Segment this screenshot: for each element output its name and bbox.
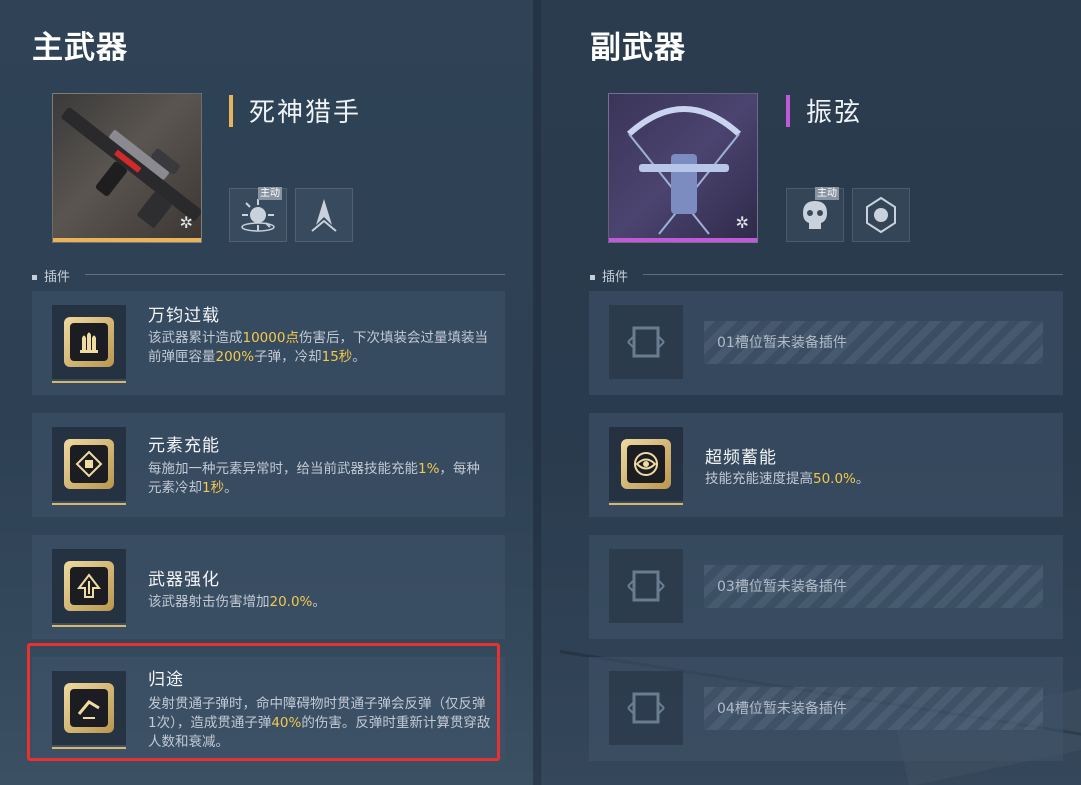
section-divider: [643, 274, 1063, 275]
arrow-up-icon: [76, 573, 102, 598]
desc-highlight: 50.0%: [813, 471, 856, 487]
weapon-name-accent: [786, 95, 790, 127]
primary-active-skill[interactable]: 主动: [229, 187, 287, 242]
section-divider: [85, 274, 505, 275]
plugin-description: 技能充能速度提高50.0%。: [705, 470, 1050, 489]
plugin-icon-underline: [52, 503, 126, 505]
plugin-icon-frame: [52, 427, 126, 505]
empty-slot-text: 03槽位暂未装备插件: [717, 579, 847, 595]
secondary-weapon-image[interactable]: ✲: [608, 93, 758, 243]
plugin-card[interactable]: 元素充能 每施加一种元素异常时，给当前武器技能充能1%，每种元素冷却1秒。: [32, 413, 505, 517]
weapon-star-mark-icon: ✲: [179, 213, 193, 232]
primary-weapon-image[interactable]: ✲: [52, 93, 202, 243]
empty-plugin-slot[interactable]: 01槽位暂未装备插件: [589, 291, 1063, 395]
desc-highlight: 10000点: [242, 330, 299, 346]
empty-slot-icon: [627, 570, 665, 602]
plugin-section-label: 插件: [44, 270, 71, 285]
plugin-name: 武器强化: [148, 570, 220, 590]
desc-highlight: 200%: [215, 349, 255, 365]
primary-plugin-section: 插件: [32, 266, 70, 285]
plugin-icon-frame: [52, 549, 126, 627]
plugin-icon-core: [70, 445, 108, 483]
plugin-icon-badge: [64, 561, 114, 611]
empty-slot-icon-frame: [609, 549, 683, 623]
plugin-icon-badge: [64, 317, 114, 367]
plugin-icon-core: [70, 323, 108, 361]
plugin-card[interactable]: 超频蓄能 技能充能速度提高50.0%。: [589, 413, 1063, 517]
selection-highlight-box: [27, 643, 500, 761]
weapon-rarity-bar: [53, 238, 201, 242]
plugin-description: 每施加一种元素异常时，给当前武器技能充能1%，每种元素冷却1秒。: [148, 460, 493, 498]
primary-weapon-name: 死神猎手: [249, 98, 362, 128]
secondary-weapon-panel: 副武器 ✲ 振弦 主动 插件 01槽位暂未装备插件 超频蓄能 技能充能速度提高5…: [540, 0, 1081, 785]
empty-slot-text: 04槽位暂未装备插件: [717, 701, 847, 717]
desc-text: 。: [352, 349, 366, 365]
skull-skill-icon: [803, 201, 827, 229]
plugin-description: 该武器射击伤害增加20.0%。: [148, 593, 493, 612]
plugin-icon-core: [627, 445, 665, 483]
desc-text: 该武器射击伤害增加: [148, 594, 270, 610]
plugin-card[interactable]: 万钧过载 该武器累计造成10000点伤害后，下次填装会过量填装当前弹匣容量200…: [32, 291, 505, 395]
shield-burst-icon: [866, 196, 896, 234]
secondary-active-skill[interactable]: 主动: [786, 187, 844, 242]
desc-text: 子弹，冷却: [254, 349, 322, 365]
desc-text: 每施加一种元素异常时，给当前武器技能充能: [148, 461, 418, 477]
empty-slot-icon: [627, 692, 665, 724]
empty-slot-icon-frame: [609, 305, 683, 379]
section-bullet: [590, 275, 595, 280]
empty-slot-icon: [627, 326, 665, 358]
secondary-weapon-title: 副武器: [590, 30, 686, 66]
plugin-name: 超频蓄能: [705, 448, 777, 468]
desc-highlight: 1秒: [202, 480, 225, 496]
desc-highlight: 20.0%: [269, 594, 313, 610]
plugin-icon-badge: [621, 439, 671, 489]
empty-slot-text: 01槽位暂未装备插件: [717, 335, 847, 351]
plugin-card[interactable]: 武器强化 该武器射击伤害增加20.0%。: [32, 535, 505, 639]
burst-skill-icon: [241, 199, 275, 232]
plugin-section-label: 插件: [602, 270, 629, 285]
plugin-icon-core: [70, 567, 108, 605]
plugin-description: 该武器累计造成10000点伤害后，下次填装会过量填装当前弹匣容量200%子弹，冷…: [148, 329, 493, 367]
desc-highlight: 15秒: [321, 349, 353, 365]
plugin-icon-underline: [52, 625, 126, 627]
secondary-weapon-name: 振弦: [806, 98, 863, 128]
plugin-icon-underline: [52, 381, 126, 383]
plugin-icon-underline: [609, 503, 683, 505]
desc-text: 。: [855, 471, 870, 487]
desc-text: 。: [224, 480, 238, 496]
weapon-name-accent: [229, 95, 233, 127]
plugin-icon-frame: [609, 427, 683, 505]
secondary-plugin-section: 插件: [590, 266, 628, 285]
weapon-star-mark-icon: ✲: [735, 213, 749, 232]
desc-text: 该武器累计造成: [148, 330, 243, 346]
weapon-rarity-bar: [609, 238, 757, 242]
plugin-icon-frame: [52, 305, 126, 383]
element-diamond-icon: [75, 450, 103, 478]
section-bullet: [32, 275, 37, 280]
empty-plugin-slot[interactable]: 04槽位暂未装备插件: [589, 657, 1063, 761]
eye-ring-icon: [634, 452, 658, 476]
plugin-name: 元素充能: [148, 436, 220, 456]
secondary-passive-skill[interactable]: [852, 188, 910, 242]
plugin-name: 万钧过载: [148, 306, 220, 326]
desc-text: 技能充能速度提高: [705, 471, 813, 487]
primary-weapon-title: 主武器: [32, 30, 128, 66]
empty-slot-icon-frame: [609, 671, 683, 745]
desc-text: 。: [312, 594, 326, 610]
desc-highlight: 1%: [418, 461, 440, 477]
primary-passive-skill[interactable]: [295, 188, 353, 242]
empty-plugin-slot[interactable]: 03槽位暂未装备插件: [589, 535, 1063, 639]
active-tag: 主动: [258, 187, 282, 200]
plugin-icon-badge: [64, 439, 114, 489]
blade-skill-icon: [311, 199, 337, 232]
active-tag: 主动: [815, 187, 839, 200]
triple-shell-icon: [80, 332, 98, 353]
